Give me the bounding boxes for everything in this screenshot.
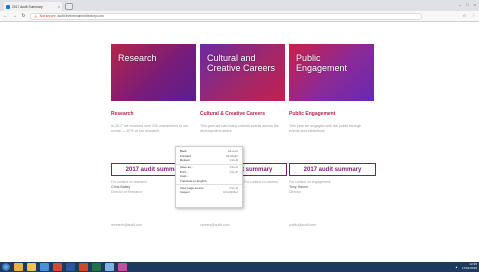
card-image-title: Cultural and Creative Careers [207, 53, 276, 73]
taskbar-chrome-icon[interactable] [53, 263, 62, 271]
context-menu-reload[interactable]: Reload Ctrl+R [176, 158, 242, 163]
careers-description: This year we had many cultural events ac… [200, 124, 279, 133]
taskbar-word-icon[interactable] [66, 263, 75, 271]
engagement-audit-summary-button[interactable]: 2017 audit summary [289, 163, 376, 176]
menu-item-shortcut: Alt+Right [225, 153, 238, 158]
network-icon[interactable]: ▲ [455, 265, 458, 269]
address-bar[interactable]: ⚠ Not secure audit.theforenamedirectory.… [30, 12, 422, 20]
engagement-description: This year we engaged with the public thr… [289, 124, 362, 133]
system-tray: ▲ 12:45 17/01/2018 [455, 263, 477, 270]
engagement-contact-role: Director [289, 190, 301, 194]
start-button[interactable] [2, 263, 10, 271]
engagement-heading[interactable]: Public Engagement [289, 111, 335, 117]
menu-item-label: View page source [180, 185, 204, 190]
tab-close-icon[interactable]: × [58, 4, 60, 9]
menu-item-shortcut: Ctrl+R [229, 158, 238, 163]
taskbar-explorer-icon[interactable] [105, 263, 114, 271]
bookmark-star-icon[interactable]: ☆ [462, 13, 466, 19]
context-menu-translate[interactable]: Translate to English [176, 179, 242, 184]
menu-divider [176, 184, 242, 185]
menu-item-label: Inspect [180, 190, 190, 195]
browser-toolbar: ← → ↻ ⚠ Not secure audit.theforenamedire… [0, 11, 479, 22]
taskbar-paint-icon[interactable] [118, 263, 127, 271]
taskbar-excel-icon[interactable] [92, 263, 101, 271]
menu-item-label: Cast... [180, 174, 189, 179]
careers-contact-label: For contact on careers [244, 180, 278, 184]
menu-item-label: Save as... [180, 165, 194, 170]
minimize-button[interactable]: – [459, 2, 461, 7]
favicon-icon [6, 4, 10, 9]
engagement-contact-name: Tony Hanne [289, 185, 309, 189]
close-window-button[interactable]: × [474, 2, 476, 7]
menu-item-label: Translate to English [180, 178, 207, 183]
research-contact-role: Director of Research [111, 190, 143, 194]
careers-heading[interactable]: Cultural & Creative Careers [200, 111, 265, 117]
taskbar-folder-icon[interactable] [27, 263, 36, 271]
url-text[interactable]: audit.theforenamedirectory.com [58, 14, 104, 18]
window-controls: – □ × [459, 2, 476, 7]
research-email-link[interactable]: research@audit.com [111, 223, 142, 227]
browser-menu-icon[interactable]: ⋮ [472, 13, 477, 19]
research-description: In 2017 we received over 200 researchers… [111, 124, 189, 133]
card-careers-image[interactable]: Cultural and Creative Careers [200, 44, 285, 101]
menu-item-shortcut: Alt+Left [227, 149, 238, 154]
back-button[interactable]: ← [3, 13, 8, 19]
clock-date: 17/01/2018 [461, 266, 477, 270]
menu-item-shortcut: Ctrl+P [229, 169, 238, 174]
menu-item-shortcut: Ctrl+Shift+I [222, 190, 238, 195]
engagement-email-link[interactable]: public@audit.com [289, 223, 316, 227]
research-contact-name: Chris Bailey [111, 185, 131, 189]
menu-item-label: Back [180, 149, 187, 154]
menu-item-shortcut: Ctrl+U [229, 185, 238, 190]
research-contact-label: For contact on research [111, 180, 147, 184]
tab-title: 2017 Audit Summary [12, 4, 43, 9]
warning-icon: ⚠ [34, 13, 38, 19]
research-heading[interactable]: Research [111, 111, 134, 117]
menu-item-shortcut: Ctrl+S [229, 165, 238, 170]
taskbar-media-icon[interactable] [40, 263, 49, 271]
context-menu-inspect[interactable]: Inspect Ctrl+Shift+I [176, 190, 242, 195]
reload-button[interactable]: ↻ [21, 13, 26, 19]
menu-divider [176, 163, 242, 164]
not-secure-label[interactable]: Not secure [40, 14, 56, 18]
new-tab-button[interactable] [65, 3, 73, 10]
maximize-button[interactable]: □ [466, 2, 468, 7]
engagement-contact-label: For contact on engagement [289, 180, 331, 184]
tab-bar: 2017 Audit Summary × – □ × [0, 0, 479, 11]
taskbar-powerpoint-icon[interactable] [79, 263, 88, 271]
card-engagement-image[interactable]: Public Engagement [289, 44, 374, 101]
context-menu: Back Alt+Left Forward Alt+Right Reload C… [175, 146, 243, 208]
card-image-title: Research [118, 53, 157, 63]
browser-tab[interactable]: 2017 Audit Summary × [4, 2, 62, 11]
forward-button[interactable]: → [12, 13, 17, 19]
careers-email-link[interactable]: careers@audit.com [200, 223, 229, 227]
menu-item-label: Forward [180, 153, 192, 158]
clock[interactable]: 12:45 17/01/2018 [462, 263, 477, 270]
taskbar-browser-icon[interactable] [14, 263, 23, 271]
card-research-image[interactable]: Research [111, 44, 196, 101]
taskbar-apps [14, 263, 127, 271]
taskbar: ▲ 12:45 17/01/2018 [0, 262, 479, 272]
card-image-title: Public Engagement [296, 53, 348, 73]
menu-item-label: Print... [180, 169, 189, 174]
menu-item-label: Reload [180, 158, 190, 163]
